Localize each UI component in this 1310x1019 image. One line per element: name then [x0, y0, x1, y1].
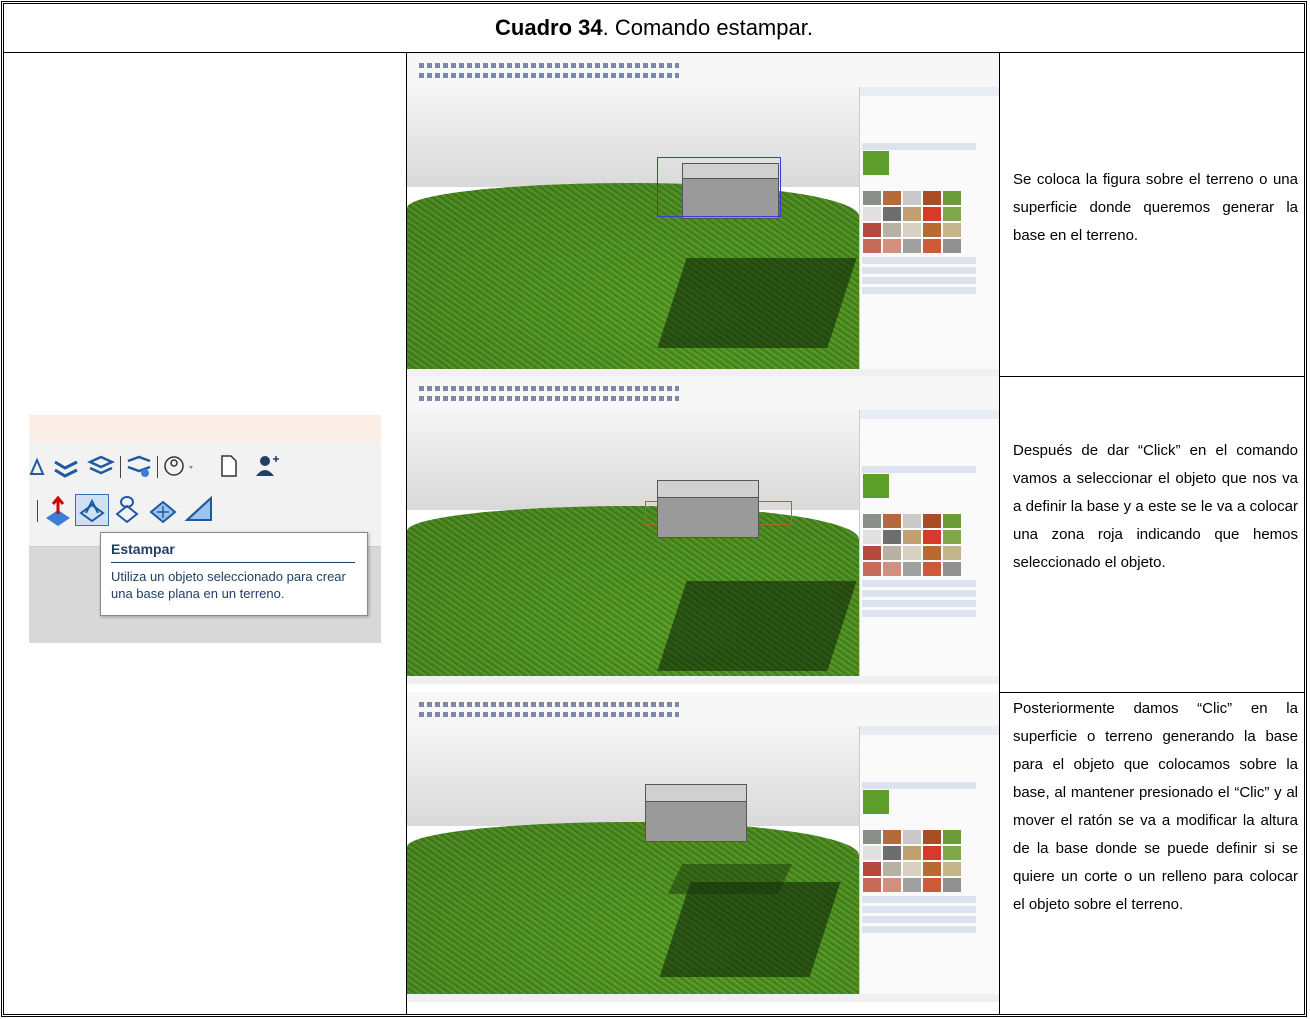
column-divider [999, 52, 1000, 1014]
caption-label: Cuadro 34 [495, 15, 603, 40]
house-shadow [659, 882, 841, 977]
tooltip-description: Utiliza un objeto seleccionado para crea… [111, 569, 346, 601]
stamp-button[interactable] [75, 494, 109, 526]
house-shadow [657, 258, 857, 348]
table-caption: Cuadro 34. Comando estampar. [4, 4, 1304, 53]
new-file-icon [221, 455, 237, 477]
row-2-description: Después de dar “Click” en el comando vam… [1013, 442, 1298, 571]
caption-text: . Comando estampar. [602, 15, 813, 40]
materials-tray [859, 410, 999, 684]
sketchup-screenshot-2 [407, 376, 999, 692]
sketchup-screenshot-1 [407, 53, 999, 377]
tooltip-title: Estampar [111, 541, 175, 557]
row-3-description: Posteriormente damos “Clic” en la superf… [1013, 700, 1298, 913]
add-user-icon [256, 456, 279, 476]
layers-icon [87, 455, 115, 475]
flip-edge-icon [184, 495, 212, 521]
house-shadow [657, 581, 857, 671]
tooltip-screenshot: Estampar Utiliza un objeto seleccionado … [29, 415, 381, 643]
sketchup-screenshot-3 [407, 692, 999, 1010]
app-toolbar [407, 692, 999, 726]
app-toolbar [407, 53, 999, 87]
app-toolbar [407, 376, 999, 410]
house-model [645, 800, 747, 842]
stamp-base [668, 864, 792, 894]
stamp-icon [79, 498, 105, 523]
add-detail-icon [127, 455, 151, 477]
materials-tray [859, 726, 999, 1002]
status-bar [407, 676, 999, 684]
add-detail-icon [149, 500, 177, 524]
house-model [657, 496, 759, 538]
account-icon [164, 456, 193, 476]
status-bar [407, 994, 999, 1002]
sandbox-smoove-icon [46, 496, 70, 526]
toolbar-row-1 [29, 442, 381, 492]
row-1-description: Se coloca la figura sobre el terreno o u… [1013, 171, 1298, 244]
stamp-tooltip: Estampar Utiliza un objeto seleccionado … [100, 532, 368, 616]
selection-box [657, 157, 781, 217]
drape-icon [115, 496, 139, 524]
sandbox-flip-edge-icon [54, 460, 78, 478]
sandbox-smoove-icon [29, 457, 45, 475]
materials-tray [859, 87, 999, 369]
